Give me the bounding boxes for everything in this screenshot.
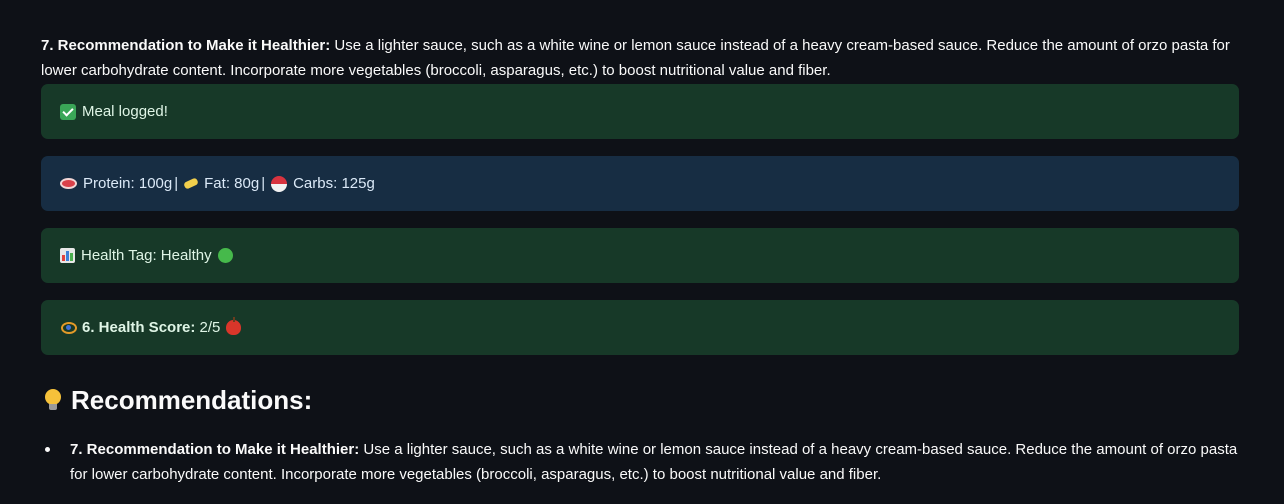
rice-icon [271,175,288,192]
macro-separator: | [174,175,179,192]
butter-icon [183,177,199,190]
eye-icon [60,320,77,336]
recommendations-title: Recommendations: [71,384,313,415]
health-score-value: 2/5 [199,319,221,336]
recommendations-list: 7. Recommendation to Make it Healthier: … [45,437,1240,487]
light-bulb-icon [45,389,61,411]
list-item-label: 7. Recommendation to Make it Healthier: [70,441,360,458]
health-score-label: 6. Health Score: [82,319,196,336]
fat-text: Fat: 80g [204,175,260,192]
recommendation-label: 7. Recommendation to Make it Healthier: [41,37,331,54]
health-tag-alert: Health Tag: Healthy [41,228,1239,283]
apple-icon [226,317,242,335]
health-tag-text: Health Tag: Healthy [81,247,212,264]
bar-chart-icon [60,248,75,263]
meal-logged-alert: Meal logged! [41,84,1239,139]
health-score-alert: 6. Health Score: 2/5 [41,300,1239,355]
macros-alert: Protein: 100g | Fat: 80g | Carbs: 125g [41,156,1239,211]
meal-logged-text: Meal logged! [82,103,168,120]
list-item: 7. Recommendation to Make it Healthier: … [45,437,1240,487]
recommendations-heading: Recommendations: [45,380,312,420]
green-circle-icon [217,248,233,263]
check-mark-icon [60,103,76,120]
meat-icon [60,178,77,189]
protein-text: Protein: 100g [83,175,173,192]
recommendation-paragraph: 7. Recommendation to Make it Healthier: … [41,33,1240,83]
carbs-text: Carbs: 125g [293,175,375,192]
macro-separator: | [261,175,266,192]
